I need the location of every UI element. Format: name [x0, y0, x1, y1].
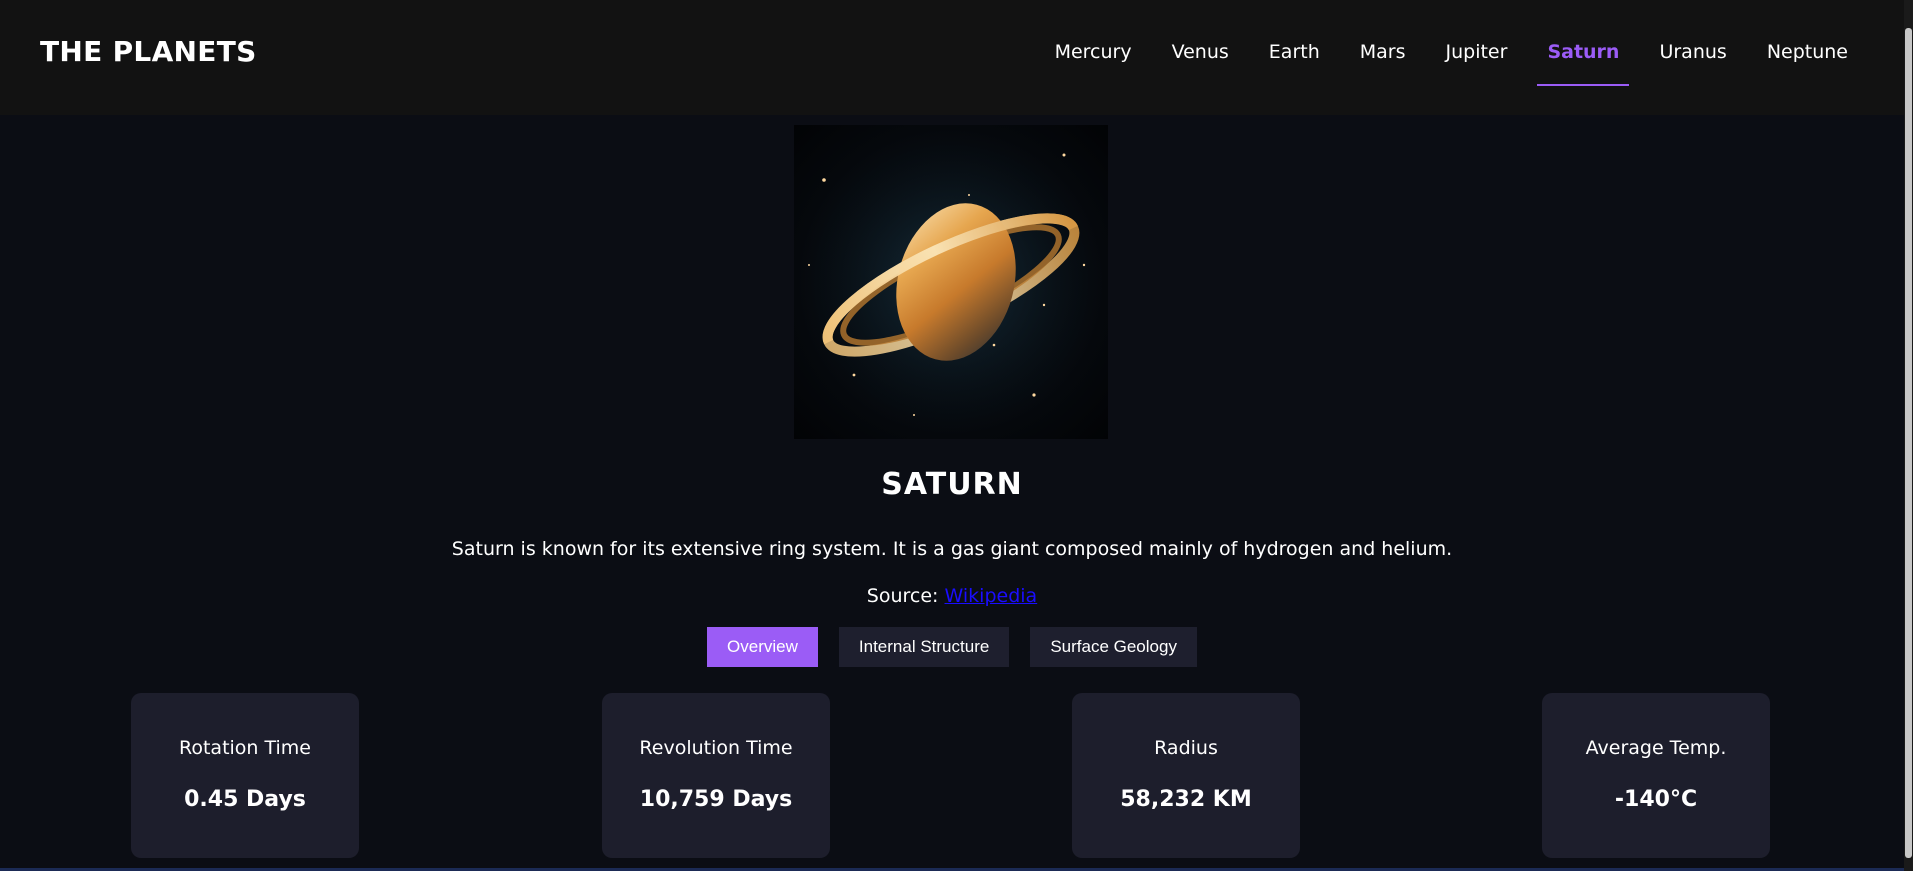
scrollbar-thumb[interactable] — [1905, 28, 1912, 858]
saturn-illustration — [794, 125, 1108, 439]
stat-value: 58,232 KM — [1120, 787, 1252, 812]
stat-value: 10,759 Days — [639, 787, 793, 812]
stat-label: Average Temp. — [1585, 737, 1727, 759]
stat-label: Radius — [1154, 737, 1218, 759]
stat-value: -140°C — [1614, 787, 1698, 812]
site-header: THE PLANETS Mercury Venus Earth Mars Jup… — [0, 0, 1904, 115]
nav-item-uranus[interactable]: Uranus — [1659, 38, 1726, 76]
stats-row: Rotation Time 0.45 Days Revolution Time … — [0, 693, 1904, 858]
source-label: Source: — [866, 585, 939, 607]
stat-card-rotation: Rotation Time 0.45 Days — [131, 693, 359, 858]
nav-item-jupiter[interactable]: Jupiter — [1446, 38, 1508, 76]
stat-label: Revolution Time — [639, 737, 793, 759]
tab-internal-structure[interactable]: Internal Structure — [838, 627, 1010, 667]
saturn-image — [794, 125, 1108, 439]
nav-item-earth[interactable]: Earth — [1269, 38, 1320, 76]
site-logo[interactable]: THE PLANETS — [40, 34, 257, 70]
nav-item-mercury[interactable]: Mercury — [1055, 38, 1132, 76]
tab-overview[interactable]: Overview — [707, 627, 818, 667]
stat-label: Rotation Time — [179, 737, 311, 759]
nav-item-venus[interactable]: Venus — [1172, 38, 1229, 76]
tab-surface-geology[interactable]: Surface Geology — [1030, 627, 1197, 667]
content-tabs: Overview Internal Structure Surface Geol… — [0, 627, 1904, 667]
planet-description: Saturn is known for its extensive ring s… — [451, 538, 1453, 560]
nav-item-neptune[interactable]: Neptune — [1767, 38, 1848, 76]
stat-card-temperature: Average Temp. -140°C — [1542, 693, 1770, 858]
source-line: Source: Wikipedia — [0, 583, 1904, 609]
stat-card-radius: Radius 58,232 KM — [1072, 693, 1300, 858]
nav-item-saturn[interactable]: Saturn — [1537, 38, 1630, 86]
source-link[interactable]: Wikipedia — [945, 585, 1038, 607]
stat-card-revolution: Revolution Time 10,759 Days — [602, 693, 830, 858]
planet-title: SATURN — [881, 467, 1023, 502]
nav-item-mars[interactable]: Mars — [1360, 38, 1406, 76]
stat-value: 0.45 Days — [184, 787, 306, 812]
planet-nav: Mercury Venus Earth Mars Jupiter Saturn … — [1055, 38, 1848, 86]
page-scrollbar[interactable] — [1904, 0, 1913, 871]
